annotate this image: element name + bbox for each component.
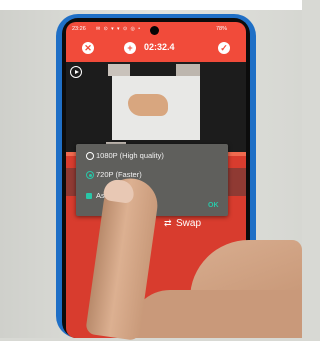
photo-scene: 23:26 ✉ ⊙ ▾ ▾ ⊙ ◎ • 78% ✕ + 02:32.4 ✓ ⇄ … bbox=[0, 0, 302, 341]
radio-720p[interactable] bbox=[86, 171, 94, 179]
status-notification-icons: ✉ ⊙ ▾ ▾ ⊙ ◎ • bbox=[96, 26, 142, 32]
radio-1080p[interactable] bbox=[86, 152, 94, 160]
option-1080p-label[interactable]: 1080P (High quality) bbox=[96, 151, 164, 160]
option-720p-label[interactable]: 720P (Faster) bbox=[96, 170, 142, 179]
play-icon[interactable] bbox=[70, 66, 82, 78]
confirm-button[interactable]: ✓ bbox=[218, 42, 230, 54]
front-camera bbox=[150, 26, 159, 35]
recording-timer: 02:32.4 bbox=[144, 42, 175, 52]
ok-button[interactable]: OK bbox=[208, 202, 219, 209]
clip-thumbnail[interactable] bbox=[176, 64, 200, 76]
plus-icon: + bbox=[127, 43, 133, 53]
close-button[interactable]: ✕ bbox=[82, 42, 94, 54]
swap-icon[interactable]: ⇄ bbox=[164, 218, 172, 229]
check-icon: ✓ bbox=[220, 43, 228, 53]
app-toolbar: 23:26 ✉ ⊙ ▾ ▾ ⊙ ◎ • 78% ✕ + 02:32.4 ✓ bbox=[66, 22, 246, 62]
status-time: 23:26 bbox=[72, 26, 86, 32]
palm bbox=[130, 290, 302, 338]
hand-in-video bbox=[128, 94, 168, 116]
swap-button[interactable]: Swap bbox=[176, 218, 201, 229]
battery-level: 78% bbox=[216, 26, 228, 32]
video-preview[interactable] bbox=[66, 62, 246, 152]
add-button[interactable]: + bbox=[124, 42, 136, 54]
ask-me-checkbox[interactable] bbox=[86, 193, 92, 199]
clip-thumbnail[interactable] bbox=[108, 64, 130, 76]
close-icon: ✕ bbox=[84, 43, 92, 53]
top-strip bbox=[0, 0, 302, 10]
